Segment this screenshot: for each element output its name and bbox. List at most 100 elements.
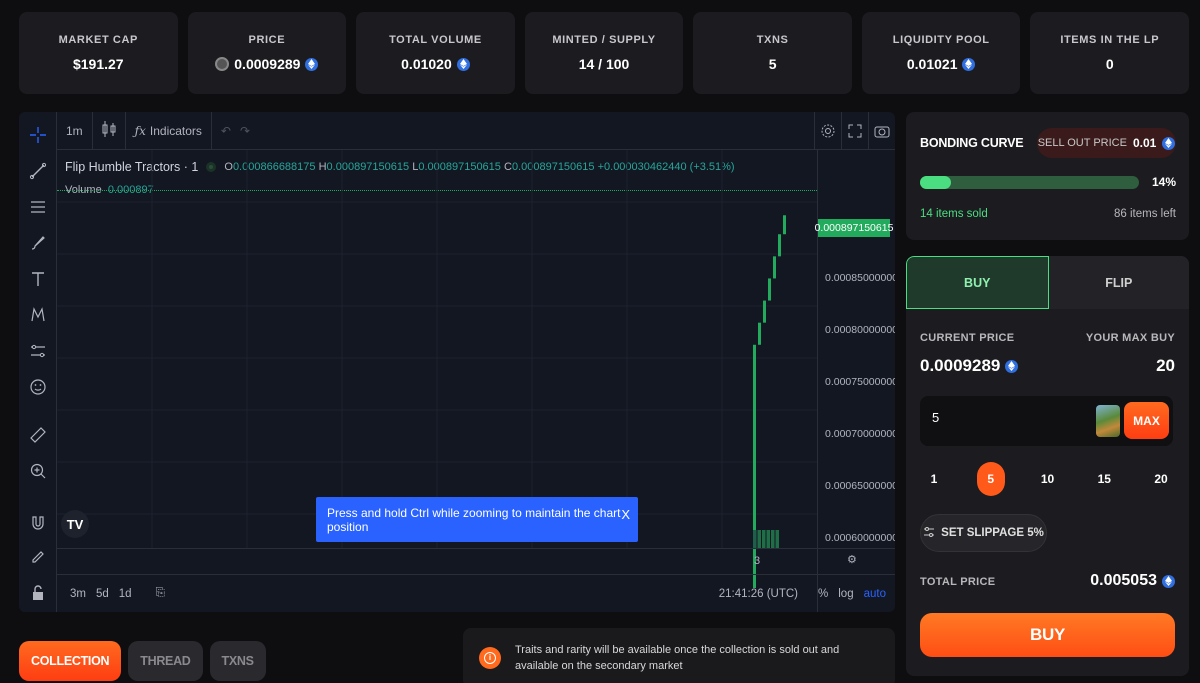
chart-bottom-bar: 3m 5d 1d ⎘ 21:41:26 (UTC) % log auto xyxy=(57,574,895,612)
items-in-lp-value: 0 xyxy=(1105,56,1114,72)
trend-line-icon[interactable] xyxy=(28,161,48,181)
bonding-curve-card: BONDING CURVE SELL OUT PRICE 0.01 14% 14… xyxy=(906,112,1189,240)
crosshair-icon[interactable] xyxy=(28,125,48,145)
total-price-value: 0.005053 xyxy=(1090,572,1175,590)
current-price-label: CURRENT PRICE xyxy=(920,332,1015,344)
coin-icon xyxy=(215,57,230,71)
stat-value: 0.01021 xyxy=(907,56,976,72)
stat-label: MARKET CAP xyxy=(58,34,138,46)
current-price-value: 0.0009289 xyxy=(920,356,1019,376)
stat-txns: TXNS 5 xyxy=(693,12,852,94)
undo-icon[interactable]: ↶ xyxy=(212,112,240,149)
quantity-input[interactable] xyxy=(932,410,1082,425)
chart-top-toolbar: 1m ƒx Indicators ↶ ↷ xyxy=(57,112,895,150)
log-scale-button[interactable]: log xyxy=(833,588,858,600)
stat-label: PRICE xyxy=(248,34,286,46)
market-cap-value: $191.27 xyxy=(72,56,124,72)
goto-date-icon[interactable]: ⎘ xyxy=(151,587,170,600)
preset-1[interactable]: 1 xyxy=(920,462,948,496)
price-tick: 0.000850000000 xyxy=(825,272,895,284)
toast-text: Press and hold Ctrl while zooming to mai… xyxy=(327,505,621,534)
stat-label: TXNS xyxy=(756,34,789,46)
axis-settings-gear-icon[interactable]: ⚙ xyxy=(847,553,857,566)
preset-20[interactable]: 20 xyxy=(1147,462,1175,496)
tab-txns[interactable]: TXNS xyxy=(209,641,266,681)
camera-icon[interactable] xyxy=(868,112,895,150)
stats-row: MARKET CAP $191.27 PRICE 0.0009289 TOTAL… xyxy=(19,12,1190,94)
tab-buy[interactable]: BUY xyxy=(906,256,1049,309)
text-icon[interactable] xyxy=(28,269,48,289)
stat-label: LIQUIDITY POOL xyxy=(892,34,990,46)
tab-collection[interactable]: COLLECTION xyxy=(19,641,122,681)
indicators-button[interactable]: ƒx Indicators xyxy=(126,112,212,149)
buy-button[interactable]: BUY xyxy=(920,613,1175,657)
range-3m-button[interactable]: 3m xyxy=(65,588,91,600)
price-tick: 0.000650000000 xyxy=(825,480,895,492)
txns-value: 5 xyxy=(768,56,777,72)
volume-bar xyxy=(762,530,766,548)
content-tabs: COLLECTION THREAD TXNS xyxy=(19,641,266,681)
eth-icon xyxy=(456,57,470,71)
range-1d-button[interactable]: 1d xyxy=(114,588,137,600)
fx-icon: ƒx xyxy=(134,123,146,138)
stat-value: 0.0009289 xyxy=(215,56,319,72)
volume-bar xyxy=(775,530,779,548)
stat-price: PRICE 0.0009289 xyxy=(187,12,347,94)
chart-type-button[interactable] xyxy=(93,112,126,149)
trade-panel: BUY FLIP CURRENT PRICE YOUR MAX BUY 0.00… xyxy=(906,256,1189,676)
volume-bar xyxy=(753,530,757,548)
redo-icon[interactable]: ↷ xyxy=(240,112,259,149)
stat-value: 0.01020 xyxy=(401,56,470,72)
chart-panel: 1m ƒx Indicators ↶ ↷ Flip Humble Tractors… xyxy=(19,112,895,612)
bonding-curve-title: BONDING CURVE xyxy=(920,136,1024,150)
sell-out-price-badge: SELL OUT PRICE 0.01 xyxy=(1037,128,1176,158)
toast-close-button[interactable]: X xyxy=(621,507,630,522)
stat-items-in-lp: ITEMS IN THE LP 0 xyxy=(1030,12,1190,94)
price-axis[interactable]: 0.000897150615 0.000850000000 0.00080000… xyxy=(815,150,895,612)
price-plot[interactable] xyxy=(57,150,817,612)
interval-button[interactable]: 1m xyxy=(57,112,93,149)
lock-drawing-icon[interactable] xyxy=(28,545,48,565)
preset-15[interactable]: 15 xyxy=(1090,462,1118,496)
settings-gear-icon[interactable] xyxy=(814,112,841,150)
liquidity-pool-value: 0.01021 xyxy=(906,56,958,72)
range-5d-button[interactable]: 5d xyxy=(91,588,114,600)
magnet-icon[interactable] xyxy=(28,513,48,533)
zoom-in-icon[interactable] xyxy=(28,461,48,481)
tradingview-logo[interactable]: TV xyxy=(61,510,89,538)
fullscreen-icon[interactable] xyxy=(841,112,868,150)
time-tick: 3 xyxy=(754,555,761,567)
forecast-icon[interactable] xyxy=(28,341,48,361)
last-price-tag: 0.000897150615 xyxy=(815,219,893,237)
eth-icon xyxy=(1162,136,1176,150)
slippage-button[interactable]: SET SLIPPAGE 5% xyxy=(920,514,1047,552)
percent-scale-button[interactable]: % xyxy=(813,588,833,600)
fib-icon[interactable] xyxy=(28,197,48,217)
lock-icon[interactable] xyxy=(28,583,48,603)
info-icon: i xyxy=(479,647,501,669)
quantity-field: MAX xyxy=(920,396,1173,446)
max-button[interactable]: MAX xyxy=(1124,402,1169,439)
eth-icon xyxy=(1162,574,1175,588)
pattern-icon[interactable] xyxy=(28,305,48,325)
stat-value: 5 xyxy=(769,56,777,72)
sell-out-label: SELL OUT PRICE xyxy=(1037,137,1127,149)
candle xyxy=(768,278,771,301)
ruler-icon[interactable] xyxy=(28,425,48,445)
total-price-label: TOTAL PRICE xyxy=(920,576,996,588)
brush-icon[interactable] xyxy=(28,233,48,253)
candle xyxy=(758,322,761,345)
utc-clock[interactable]: 21:41:26 (UTC) xyxy=(714,588,803,600)
preset-10[interactable]: 10 xyxy=(1034,462,1062,496)
price-tick: 0.000750000000 xyxy=(825,376,895,388)
tab-flip[interactable]: FLIP xyxy=(1048,256,1189,309)
time-axis[interactable]: 3 ⚙ xyxy=(57,548,895,574)
auto-scale-button[interactable]: auto xyxy=(859,588,891,600)
volume-bar xyxy=(757,530,761,548)
tab-thread[interactable]: THREAD xyxy=(128,641,203,681)
bonding-progress-fill xyxy=(920,176,951,189)
preset-5[interactable]: 5 xyxy=(976,462,1005,496)
emoji-icon[interactable] xyxy=(28,377,48,397)
eth-icon xyxy=(1005,359,1019,373)
total-volume-value: 0.01020 xyxy=(401,56,452,72)
